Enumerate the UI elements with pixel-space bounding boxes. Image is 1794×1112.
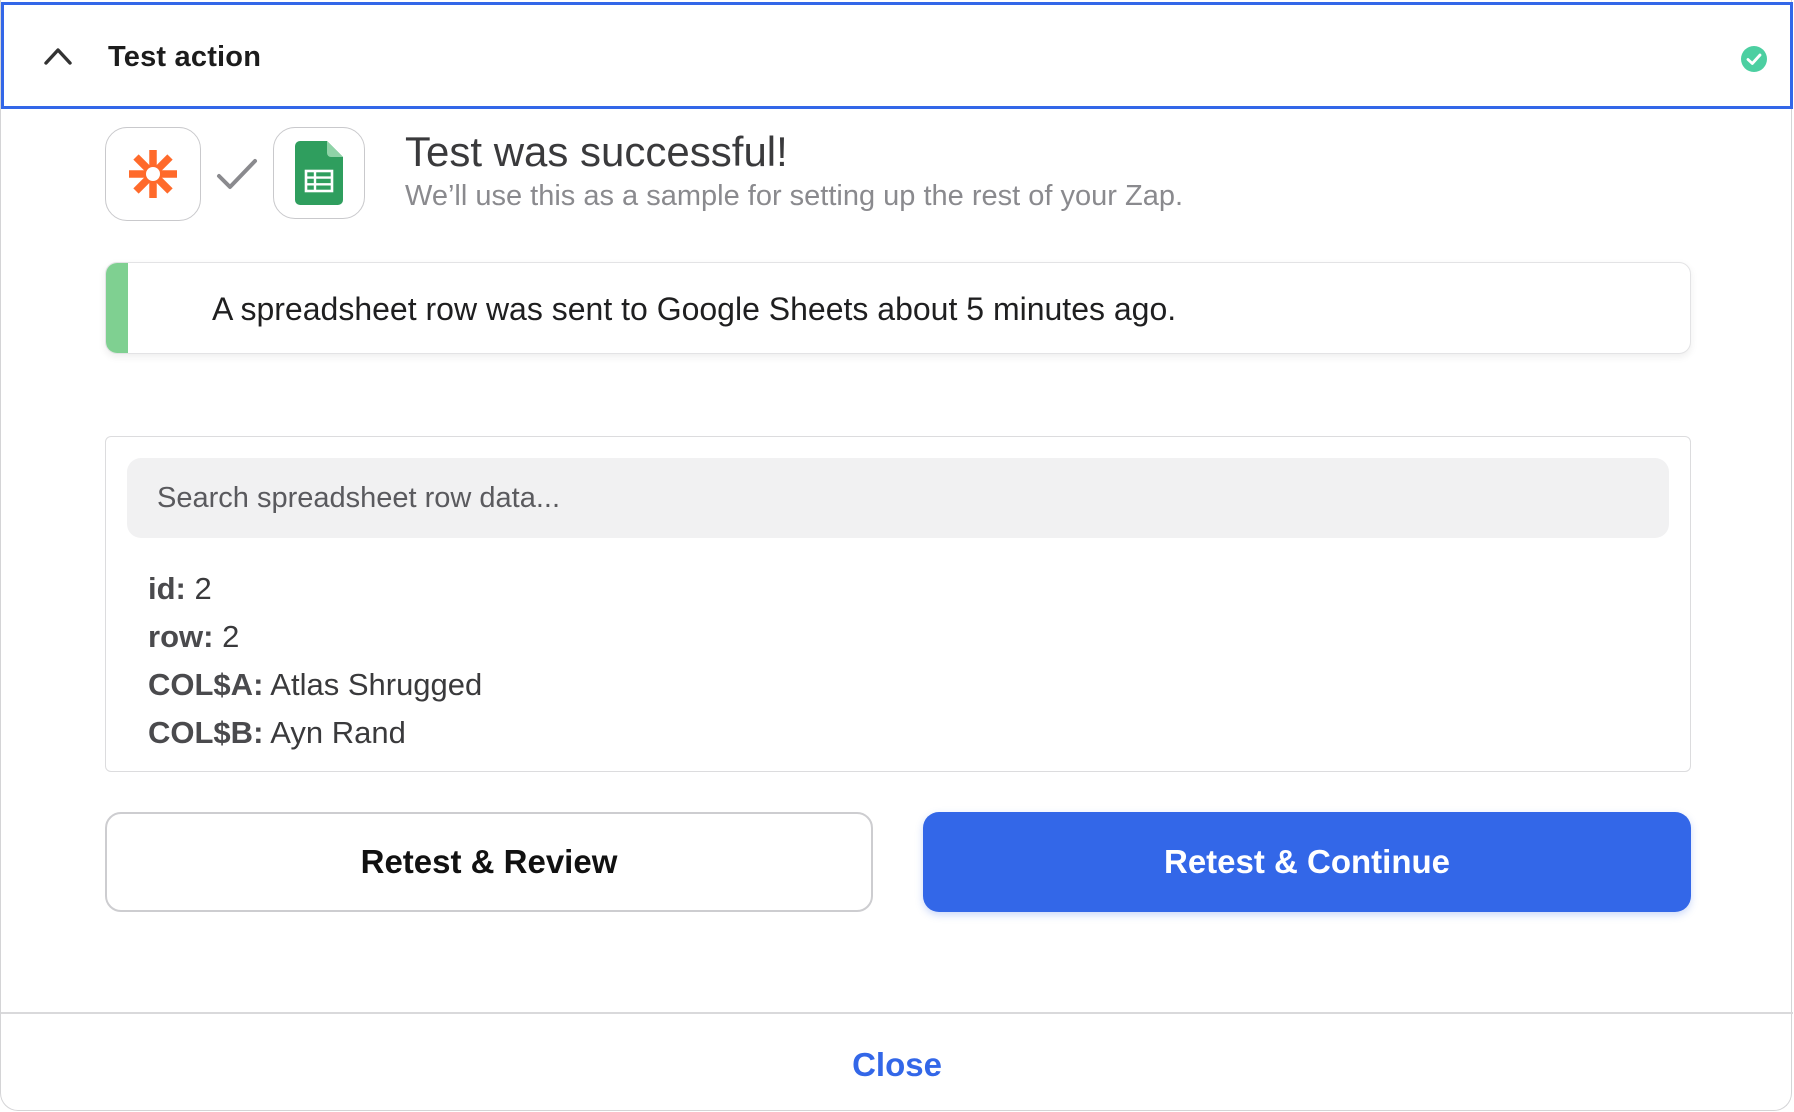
field-list: id: 2 row: 2 COL$A: Atlas Shrugged COL$B… xyxy=(148,565,482,757)
retest-review-button[interactable]: Retest & Review xyxy=(105,812,873,912)
field-row: row: 2 xyxy=(148,613,482,661)
success-title: Test was successful! xyxy=(405,128,788,175)
sent-notice: A spreadsheet row was sent to Google She… xyxy=(105,262,1691,354)
notice-accent-bar xyxy=(106,263,128,353)
test-action-header[interactable]: Test action xyxy=(1,2,1793,109)
close-button[interactable]: Close xyxy=(1,1046,1793,1084)
notice-text: A spreadsheet row was sent to Google She… xyxy=(212,291,1177,327)
field-value: 2 xyxy=(194,571,212,606)
field-row: COL$A: Atlas Shrugged xyxy=(148,661,482,709)
field-value: 2 xyxy=(222,619,240,654)
header-title: Test action xyxy=(108,41,262,73)
zapier-asterisk-icon xyxy=(129,150,177,198)
retest-continue-button[interactable]: Retest & Continue xyxy=(923,812,1691,912)
checkmark-icon xyxy=(217,159,257,189)
footer-divider xyxy=(1,1012,1793,1014)
row-data-box: id: 2 row: 2 COL$A: Atlas Shrugged COL$B… xyxy=(105,436,1691,772)
google-sheets-app-icon-box xyxy=(273,127,365,219)
field-key: row: xyxy=(148,619,214,654)
success-subtitle: We’ll use this as a sample for setting u… xyxy=(405,180,1184,212)
field-value: Ayn Rand xyxy=(270,715,406,750)
field-key: id: xyxy=(148,571,186,606)
google-sheets-icon xyxy=(295,141,343,205)
check-circle-icon xyxy=(1741,46,1767,72)
field-row: COL$B: Ayn Rand xyxy=(148,709,482,757)
field-key: COL$A: xyxy=(148,667,264,702)
field-value: Atlas Shrugged xyxy=(270,667,483,702)
zapier-app-icon-box xyxy=(105,127,201,221)
field-row: id: 2 xyxy=(148,565,482,613)
field-key: COL$B: xyxy=(148,715,264,750)
test-action-panel: Test action Test was successful! We’ll u… xyxy=(0,0,1793,1111)
chevron-up-icon[interactable] xyxy=(42,43,74,67)
search-input[interactable] xyxy=(127,458,1669,538)
